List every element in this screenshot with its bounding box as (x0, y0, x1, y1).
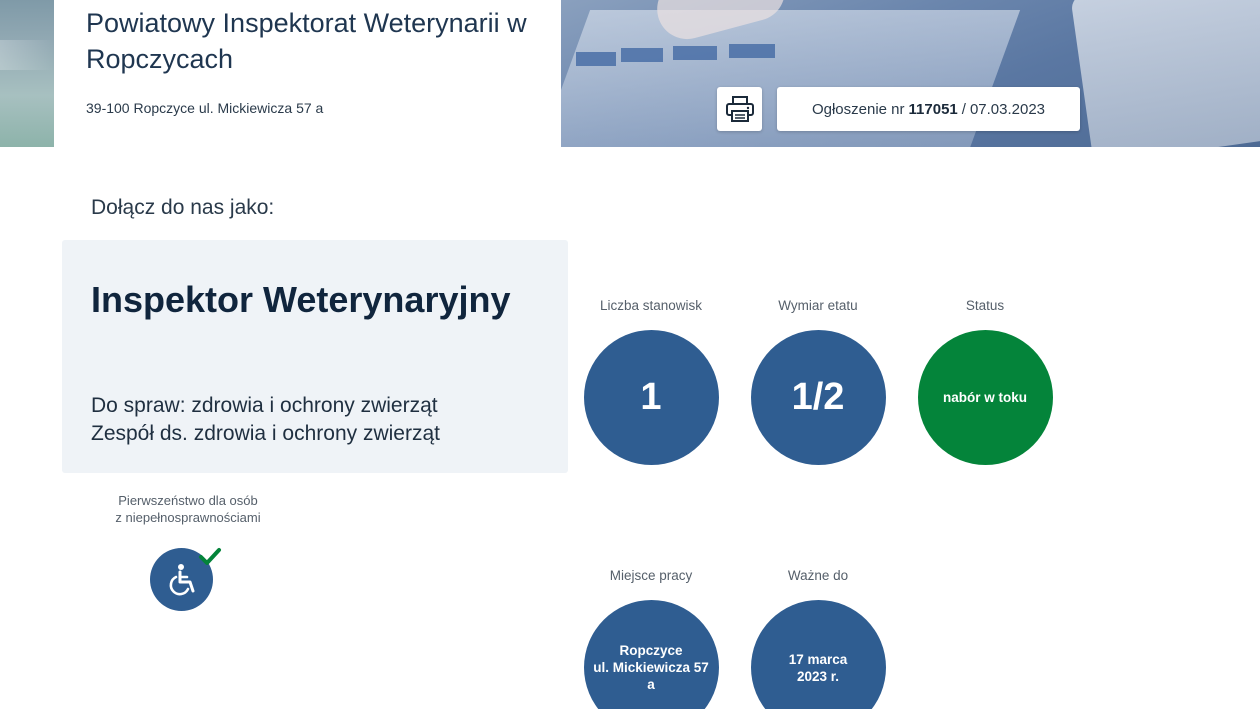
stat-valid-until: Ważne do 17 marca 2023 r. (734, 566, 902, 709)
announcement-info: Ogłoszenie nr 117051 / 07.03.2023 (777, 87, 1080, 131)
job-team-line: Zespół ds. zdrowia i ochrony zwierząt (91, 422, 440, 445)
stat-label: Status (965, 298, 1005, 313)
stat-value-line: 2023 r. (796, 668, 840, 684)
organization-name: Powiatowy Inspektorat Weterynarii w Ropc… (86, 8, 527, 74)
stat-label: Liczba stanowisk (599, 298, 703, 313)
job-department: Do spraw: zdrowia i ochrony zwierząt Zes… (91, 392, 551, 448)
stat-label: Ważne do (787, 568, 849, 583)
priority-label-line: z niepełnosprawnościami (115, 510, 261, 525)
stat-value-line: Ropczyce (619, 643, 683, 658)
job-department-line: Do spraw: zdrowia i ochrony zwierząt (91, 394, 438, 417)
photo-bar (673, 46, 717, 60)
join-heading: Dołącz do nas jako: (91, 196, 275, 219)
stat-value: 17 marca 2023 r. (781, 651, 856, 685)
wheelchair-icon (169, 563, 194, 595)
priority-label-line: Pierwszeństwo dla osób (118, 493, 258, 508)
photo-bar (576, 52, 616, 66)
page: Powiatowy Inspektorat Weterynarii w Ropc… (0, 0, 1260, 709)
stat-label: Miejsce pracy (609, 568, 693, 583)
stat-value: 1/2 (791, 376, 845, 418)
stat-value: 1 (640, 376, 662, 418)
header-card: Powiatowy Inspektorat Weterynarii w Ropc… (54, 0, 561, 147)
announcement-separator: / (961, 100, 966, 118)
announcement-number: 117051 (908, 100, 958, 118)
job-card: Inspektor Weterynaryjny Do spraw: zdrowi… (62, 240, 568, 473)
stat-status: Status nabór w toku (901, 296, 1069, 465)
stat-value-line: 17 marca (788, 651, 848, 667)
stat-value: nabór w toku (943, 390, 1027, 405)
stat-value-line: a (647, 677, 655, 692)
print-button[interactable] (717, 87, 762, 131)
job-title: Inspektor Weterynaryjny (91, 279, 511, 320)
announcement-prefix: Ogłoszenie nr (811, 100, 905, 118)
stat-positions: Liczba stanowisk 1 (567, 296, 735, 465)
announcement-date: 07.03.2023 (969, 100, 1046, 118)
stat-value: Ropczyce ul. Mickiewicza 57 a (585, 642, 717, 693)
priority-label: Pierwszeństwo dla osób z niepełnosprawno… (88, 492, 288, 526)
stat-fte: Wymiar etatu 1/2 (734, 296, 902, 465)
stat-circle: 17 marca 2023 r. (750, 600, 886, 709)
check-icon (199, 548, 221, 565)
stat-circle: 1 (583, 330, 719, 465)
printer-icon (725, 96, 754, 122)
stat-workplace: Miejsce pracy Ropczyce ul. Mickiewicza 5… (567, 566, 735, 709)
photo-tablet (1070, 0, 1260, 147)
organization-address: 39-100 Ropczyce ul. Mickiewicza 57 a (86, 100, 324, 116)
stat-value-line: ul. Mickiewicza 57 (593, 660, 709, 675)
stat-circle: Ropczyce ul. Mickiewicza 57 a (583, 600, 719, 709)
stat-circle: 1/2 (750, 330, 886, 465)
stat-label: Wymiar etatu (778, 298, 858, 313)
photo-bar (621, 48, 663, 62)
header-left-photo (0, 0, 54, 147)
stat-circle: nabór w toku (917, 330, 1053, 465)
photo-bar (729, 44, 775, 58)
